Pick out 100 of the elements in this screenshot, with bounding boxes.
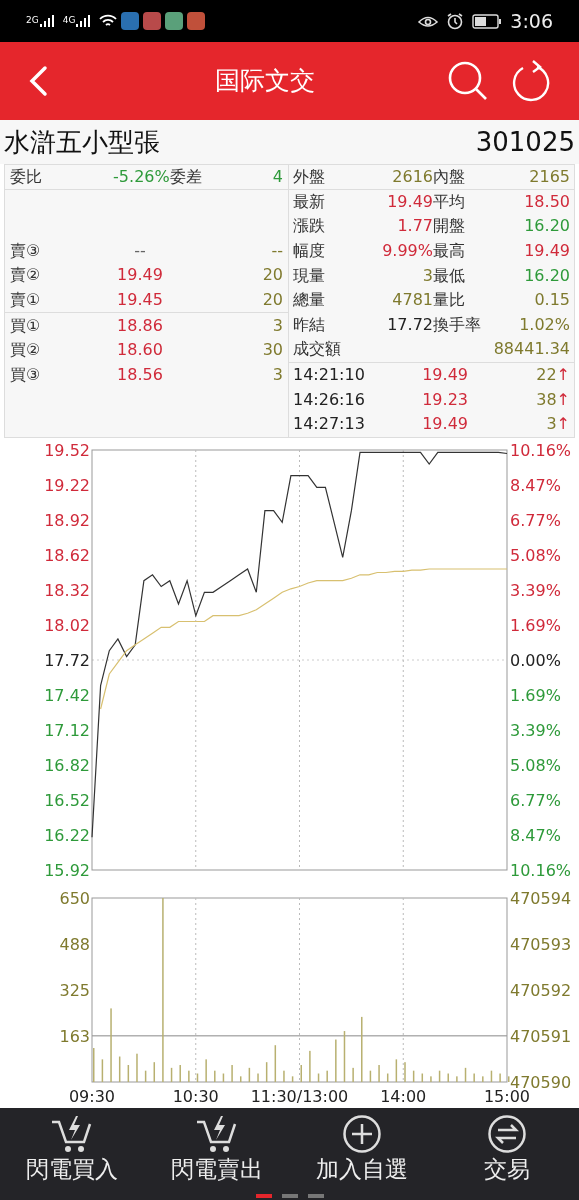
quote-label: 幅度 [293, 243, 325, 260]
quote-value: 4781 [392, 292, 433, 309]
axis-label: 6.77% [510, 790, 561, 810]
order-price: -- [133, 242, 147, 259]
trade-arrow: ↑ [556, 367, 570, 384]
axis-label: 18.92 [44, 510, 90, 530]
axis-label: 10.16% [510, 440, 571, 460]
order-label: 賣② [10, 267, 42, 284]
axis-label: 1.69% [510, 615, 561, 635]
axis-label: 1.69% [510, 685, 561, 705]
axis-label: 325 [59, 980, 90, 1000]
order-price: 18.60 [116, 342, 164, 359]
trade-price: 19.23 [421, 391, 468, 408]
axis-label: 18.02 [44, 615, 90, 635]
axis-label: 10:30 [172, 1086, 219, 1106]
axis-label: 09:30 [68, 1086, 116, 1106]
trade-time: 14:21:10 [293, 367, 366, 384]
axis-label: 18.62 [44, 545, 90, 565]
order-volume: 3 [272, 366, 283, 383]
quote-label: 現量 [293, 267, 325, 284]
quote-value: 16.20 [524, 267, 570, 284]
quote-label: 量比 [433, 292, 465, 309]
action-button[interactable]: 交易 [434, 1107, 579, 1194]
axis-label: 488 [59, 934, 90, 954]
action-button[interactable]: 加入自選 [289, 1107, 435, 1194]
axis-label: 6.77% [510, 510, 561, 530]
axis-label: 17.12 [44, 720, 90, 740]
quote-label: 外盤 [293, 168, 325, 185]
order-label: 賣① [10, 292, 42, 309]
axis-label: 17.72 [44, 650, 90, 670]
quote-value: -5.26% [113, 168, 170, 185]
quote-value: 1.02% [519, 316, 570, 333]
axis-label: 0.00% [510, 650, 561, 670]
action-button[interactable]: 閃電買入 [0, 1107, 145, 1194]
quote-label: 漲跌 [293, 218, 325, 235]
quote-value: 18.50 [524, 193, 570, 210]
network-label: 4G [62, 14, 76, 28]
axis-label: 470591 [510, 1026, 572, 1046]
axis-label: 15.92 [44, 860, 90, 880]
order-volume: 20 [262, 292, 283, 309]
axis-label: 10.16% [510, 860, 571, 880]
instrument-name: 水滸五小型張 [4, 125, 160, 159]
order-price: 18.56 [116, 366, 164, 383]
axis-label: 650 [59, 888, 90, 908]
quote-label: 最低 [433, 267, 465, 284]
axis-label: 8.47% [510, 475, 561, 495]
quote-label: 內盤 [433, 168, 465, 185]
order-volume: 30 [262, 342, 283, 359]
quote-value: 88441.34 [493, 341, 570, 358]
quote-value: 2616 [392, 168, 433, 185]
trade-time: 14:26:16 [293, 391, 366, 408]
trade-volume: 38 [536, 391, 557, 408]
quote-value: 2165 [529, 168, 570, 185]
order-label: 買② [10, 342, 42, 359]
quote-label: 委比 [10, 168, 42, 185]
quote-label: 開盤 [433, 218, 465, 235]
order-label: 買③ [10, 366, 42, 383]
quote-label: 昨結 [293, 316, 325, 333]
trade-arrow: ↑ [556, 391, 570, 408]
page-title: 国际文交 [213, 65, 316, 98]
axis-label: 16.52 [44, 790, 90, 810]
trade-time: 14:27:13 [293, 416, 366, 433]
clock-time: 3:06 [510, 8, 553, 34]
axis-label: 16.22 [44, 825, 90, 845]
network-label: 2G [26, 14, 39, 28]
trade-volume: 3 [546, 416, 557, 433]
action-button[interactable]: 閃電賣出 [144, 1107, 290, 1194]
axis-label: 163 [59, 1026, 90, 1046]
order-price: 19.45 [116, 292, 164, 309]
quote-value: 17.72 [387, 316, 433, 333]
quote-label: 換手率 [433, 316, 481, 333]
axis-label: 14:00 [380, 1086, 427, 1106]
quote-label: 委差 [169, 168, 202, 185]
axis-label: 470593 [510, 934, 572, 954]
axis-label: 17.42 [44, 685, 90, 705]
quote-value: 9.99% [382, 243, 433, 260]
quote-label: 成交額 [293, 341, 341, 358]
axis-label: 18.32 [44, 580, 90, 600]
axis-label: 19.52 [44, 440, 90, 460]
trade-volume: 22 [536, 367, 557, 384]
quote-value: 19.49 [524, 243, 570, 260]
order-price: 19.49 [116, 267, 164, 284]
quote-value: 19.49 [387, 193, 433, 210]
quote-value: 0.15 [534, 292, 570, 309]
quote-value: 1.77 [397, 218, 433, 235]
quote-value: 4 [272, 168, 283, 185]
axis-label: 11:30/13:00 [250, 1086, 349, 1106]
axis-label: 470592 [510, 980, 572, 1000]
axis-label: 8.47% [510, 825, 561, 845]
quote-value: 3 [422, 267, 433, 284]
trade-price: 19.49 [421, 416, 468, 433]
quote-value: 16.20 [524, 218, 570, 235]
axis-label: 19.22 [44, 475, 90, 495]
order-label: 買① [10, 317, 42, 334]
trade-arrow: ↑ [556, 416, 570, 433]
quote-label: 總量 [293, 292, 325, 309]
axis-label: 5.08% [510, 545, 561, 565]
axis-label: 3.39% [510, 580, 561, 600]
order-volume: 20 [262, 267, 283, 284]
trade-price: 19.49 [421, 367, 468, 384]
